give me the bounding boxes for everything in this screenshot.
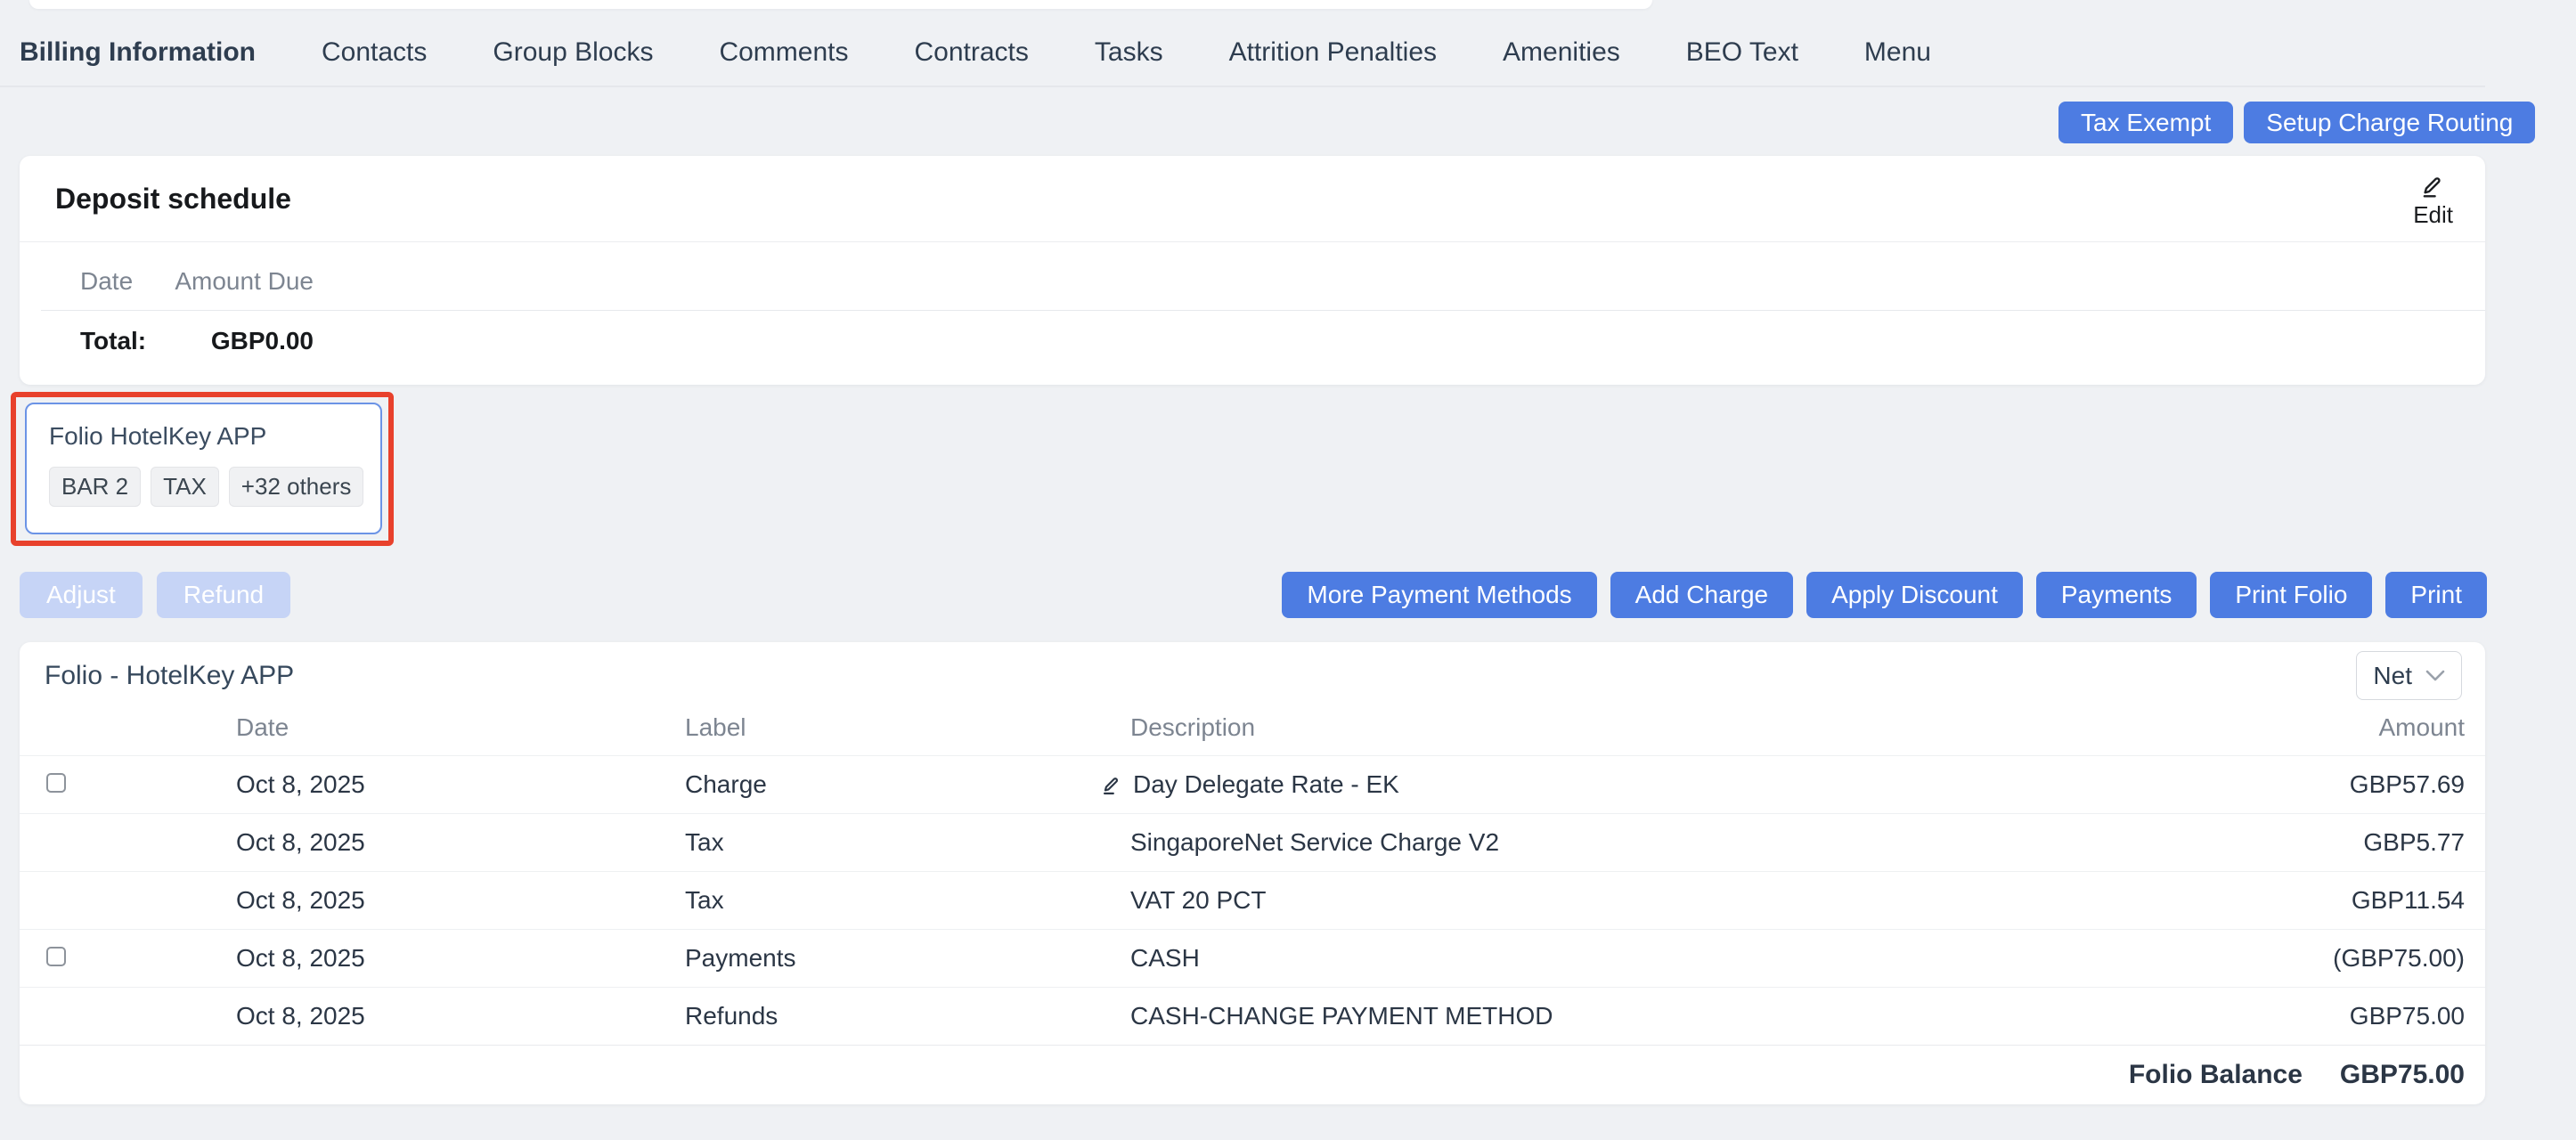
chip-tax[interactable]: TAX bbox=[151, 467, 219, 507]
row-date: Oct 8, 2025 bbox=[89, 828, 685, 857]
tax-exempt-button[interactable]: Tax Exempt bbox=[2058, 102, 2233, 143]
row-amount: GBP57.69 bbox=[2162, 770, 2465, 799]
folio-card-header: Folio - HotelKey APP Net bbox=[20, 642, 2485, 700]
folio-col-label: Label bbox=[685, 713, 1081, 742]
row-description: VAT 20 PCT bbox=[1081, 886, 2162, 915]
tab-billing-information[interactable]: Billing Information bbox=[20, 37, 256, 68]
folio-actions-right: More Payment Methods Add Charge Apply Di… bbox=[1282, 572, 2487, 618]
add-charge-button[interactable]: Add Charge bbox=[1610, 572, 1793, 618]
row-label: Tax bbox=[685, 886, 1081, 915]
folio-selector-chips: BAR 2 TAX +32 others bbox=[49, 467, 380, 507]
header-actions: Tax Exempt Setup Charge Routing bbox=[2058, 102, 2535, 143]
deposit-schedule-title: Deposit schedule bbox=[55, 183, 291, 216]
apply-discount-button[interactable]: Apply Discount bbox=[1806, 572, 2023, 618]
row-label: Payments bbox=[685, 944, 1081, 973]
deposit-table-header: Date Amount Due bbox=[41, 267, 2485, 311]
table-row-tax-1: Oct 8, 2025 Tax SingaporeNet Service Cha… bbox=[20, 813, 2485, 871]
tab-menu[interactable]: Menu bbox=[1864, 37, 1931, 68]
folio-table-header: Date Label Description Amount bbox=[20, 700, 2485, 755]
folio-col-amount: Amount bbox=[2162, 713, 2465, 742]
deposit-schedule-card: Deposit schedule Edit Date Amount Due To… bbox=[20, 156, 2485, 385]
row-label: Tax bbox=[685, 828, 1081, 857]
row-description: Day Delegate Rate - EK bbox=[1133, 770, 1399, 799]
table-row-payment: Oct 8, 2025 Payments CASH (GBP75.00) bbox=[20, 929, 2485, 987]
deposit-col-date: Date bbox=[41, 267, 153, 296]
row-amount: GBP75.00 bbox=[2162, 1002, 2465, 1030]
edit-deposit-schedule-button[interactable]: Edit bbox=[2413, 172, 2453, 229]
deposit-schedule-table: Date Amount Due Total: GBP0.00 bbox=[41, 267, 2485, 355]
print-folio-button[interactable]: Print Folio bbox=[2210, 572, 2372, 618]
deposit-schedule-header: Deposit schedule Edit bbox=[20, 156, 2485, 242]
tab-amenities[interactable]: Amenities bbox=[1503, 37, 1620, 68]
folio-selector-title: Folio HotelKey APP bbox=[49, 422, 380, 451]
row-label: Charge bbox=[685, 770, 1081, 799]
deposit-total-row: Total: GBP0.00 bbox=[41, 311, 2485, 355]
edit-label: Edit bbox=[2413, 201, 2453, 229]
edit-charge-pencil-icon[interactable] bbox=[1101, 774, 1123, 796]
net-view-dropdown[interactable]: Net bbox=[2356, 651, 2462, 700]
tab-attrition-penalties[interactable]: Attrition Penalties bbox=[1229, 37, 1437, 68]
folio-balance-value: GBP75.00 bbox=[2340, 1060, 2465, 1090]
tab-contracts[interactable]: Contracts bbox=[915, 37, 1029, 68]
chip-others[interactable]: +32 others bbox=[229, 467, 364, 507]
folio-action-row: Adjust Refund More Payment Methods Add C… bbox=[20, 572, 2487, 618]
row-date: Oct 8, 2025 bbox=[89, 770, 685, 799]
row-date: Oct 8, 2025 bbox=[89, 886, 685, 915]
deposit-total-label: Total: bbox=[41, 327, 153, 355]
payments-button[interactable]: Payments bbox=[2036, 572, 2197, 618]
setup-charge-routing-button[interactable]: Setup Charge Routing bbox=[2244, 102, 2535, 143]
row-description: CASH bbox=[1081, 944, 2162, 973]
folio-col-description: Description bbox=[1081, 713, 2162, 742]
row-amount: (GBP75.00) bbox=[2162, 944, 2465, 973]
row-label: Refunds bbox=[685, 1002, 1081, 1030]
folio-balance-row: Folio Balance GBP75.00 bbox=[20, 1045, 2485, 1104]
row-amount: GBP11.54 bbox=[2162, 886, 2465, 915]
net-view-value: Net bbox=[2373, 662, 2412, 690]
tab-comments[interactable]: Comments bbox=[719, 37, 848, 68]
folio-card: Folio - HotelKey APP Net Date Label Desc… bbox=[20, 642, 2485, 1104]
folio-actions-left: Adjust Refund bbox=[20, 572, 290, 618]
deposit-total-value: GBP0.00 bbox=[153, 327, 314, 355]
print-button[interactable]: Print bbox=[2385, 572, 2487, 618]
row-date: Oct 8, 2025 bbox=[89, 944, 685, 973]
refund-button[interactable]: Refund bbox=[157, 572, 290, 618]
table-row-tax-2: Oct 8, 2025 Tax VAT 20 PCT GBP11.54 bbox=[20, 871, 2485, 929]
folio-table-body: Oct 8, 2025 Charge Day Delegate Rate - E… bbox=[20, 755, 2485, 1045]
adjust-button[interactable]: Adjust bbox=[20, 572, 143, 618]
row-description: SingaporeNet Service Charge V2 bbox=[1081, 828, 2162, 857]
folio-balance-label: Folio Balance bbox=[2129, 1060, 2303, 1090]
tab-beo-text[interactable]: BEO Text bbox=[1686, 37, 1798, 68]
tab-group-blocks[interactable]: Group Blocks bbox=[493, 37, 653, 68]
folio-selector-card[interactable]: Folio HotelKey APP BAR 2 TAX +32 others bbox=[25, 403, 382, 534]
more-payment-methods-button[interactable]: More Payment Methods bbox=[1282, 572, 1596, 618]
pencil-icon bbox=[2420, 172, 2447, 199]
folio-col-date: Date bbox=[89, 713, 685, 742]
deposit-col-amount-due: Amount Due bbox=[153, 267, 314, 296]
chevron-down-icon bbox=[2425, 670, 2445, 681]
table-row-charge: Oct 8, 2025 Charge Day Delegate Rate - E… bbox=[20, 755, 2485, 813]
row-checkbox[interactable] bbox=[46, 773, 66, 793]
tab-contacts[interactable]: Contacts bbox=[322, 37, 427, 68]
tab-bar: Billing Information Contacts Group Block… bbox=[0, 0, 2485, 87]
chip-bar-2[interactable]: BAR 2 bbox=[49, 467, 141, 507]
row-description: CASH-CHANGE PAYMENT METHOD bbox=[1081, 1002, 2162, 1030]
row-checkbox[interactable] bbox=[46, 947, 66, 966]
folio-title: Folio - HotelKey APP bbox=[45, 661, 294, 691]
row-amount: GBP5.77 bbox=[2162, 828, 2465, 857]
tab-tasks[interactable]: Tasks bbox=[1095, 37, 1163, 68]
table-row-refund: Oct 8, 2025 Refunds CASH-CHANGE PAYMENT … bbox=[20, 987, 2485, 1045]
row-date: Oct 8, 2025 bbox=[89, 1002, 685, 1030]
